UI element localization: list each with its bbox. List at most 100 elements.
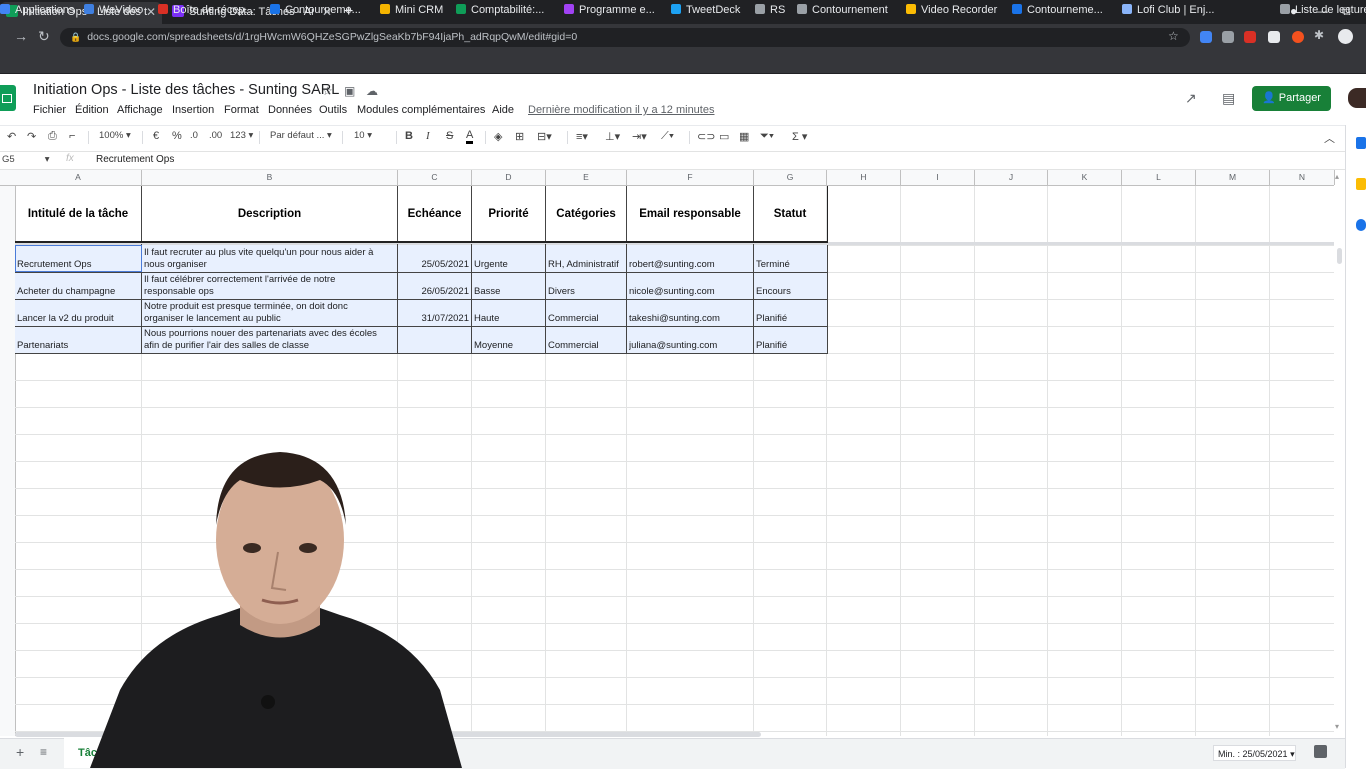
menu-insertion[interactable]: Insertion [172, 104, 214, 116]
document-title[interactable]: Initiation Ops - Liste des tâches - Sunt… [33, 82, 339, 98]
bookmark-applications[interactable]: Applications [0, 4, 74, 16]
currency-format-button[interactable]: € [153, 130, 159, 142]
menu-donnees[interactable]: Données [268, 104, 312, 116]
italic-button[interactable]: I [426, 130, 430, 142]
extension-icon[interactable] [1200, 31, 1212, 43]
bookmark-reading-list[interactable]: Liste de lecture [1280, 4, 1366, 16]
puzzle-extensions-icon[interactable]: ✱ [1314, 28, 1324, 42]
share-button[interactable]: 👤 Partager [1252, 86, 1331, 111]
bookmark-wevideo[interactable]: WeVideo [84, 4, 143, 16]
column-header-d[interactable]: D [472, 170, 546, 185]
undo-icon[interactable]: ↶ [7, 130, 16, 143]
profile-avatar-icon[interactable] [1338, 29, 1353, 44]
reload-icon[interactable]: ↻ [38, 28, 50, 45]
bookmark-lofi-club[interactable]: Lofi Club | Enj... [1122, 4, 1214, 16]
menu-aide[interactable]: Aide [492, 104, 514, 116]
tasks-icon[interactable] [1356, 219, 1366, 231]
activity-trend-icon[interactable]: ↗ [1185, 90, 1197, 107]
column-header-n[interactable]: N [1270, 170, 1335, 185]
menu-outils[interactable]: Outils [319, 104, 347, 116]
vertical-scrollbar-thumb[interactable] [1337, 248, 1342, 264]
menu-affichage[interactable]: Affichage [117, 104, 163, 116]
insert-comment-icon[interactable]: ▭ [719, 130, 729, 143]
menu-edition[interactable]: Édition [75, 104, 109, 116]
horizontal-align-icon[interactable]: ≡▾ [576, 130, 588, 143]
keep-icon[interactable] [1356, 178, 1366, 190]
sheets-logo-icon[interactable] [0, 85, 16, 111]
functions-icon[interactable]: Σ ▾ [792, 130, 807, 143]
bookmark-tweetdeck[interactable]: TweetDeck [671, 4, 740, 16]
bookmark-video-recorder[interactable]: Video Recorder [906, 4, 997, 16]
column-header-l[interactable]: L [1122, 170, 1196, 185]
star-icon[interactable]: ☆ [322, 84, 333, 98]
number-format-select[interactable]: 123 ▾ [230, 130, 253, 141]
formula-input[interactable]: Recrutement Ops [96, 154, 174, 165]
column-header-b[interactable]: B [142, 170, 398, 185]
font-size-select[interactable]: 10 ▾ [354, 130, 372, 141]
address-bar[interactable]: 🔒 docs.google.com/spreadsheets/d/1rgHWcmW… [60, 28, 1190, 47]
column-header-j[interactable]: J [975, 170, 1048, 185]
column-header-i[interactable]: I [901, 170, 975, 185]
print-icon[interactable]: ⎙ [48, 130, 57, 143]
borders-icon[interactable]: ⊞ [515, 130, 524, 143]
move-folder-icon[interactable]: ▣ [344, 84, 355, 98]
bookmark-gmail[interactable]: Boîte de récep... [158, 4, 254, 16]
paint-format-icon[interactable]: ⌐ [69, 130, 75, 142]
zoom-select[interactable]: 100% ▾ [99, 130, 131, 141]
insert-link-icon[interactable]: ⊂⊃ [697, 130, 715, 143]
decrease-decimal-button[interactable]: .0 [190, 130, 198, 141]
extension-icon[interactable] [1292, 31, 1304, 43]
comments-icon[interactable]: ▤ [1222, 90, 1235, 107]
redo-icon[interactable]: ↷ [27, 130, 36, 143]
scroll-down-arrow-icon[interactable]: ▾ [1335, 722, 1339, 731]
column-header-c[interactable]: C [398, 170, 472, 185]
column-header-e[interactable]: E [546, 170, 627, 185]
last-modified-link[interactable]: Dernière modification il y a 12 minutes [528, 104, 714, 116]
scroll-up-arrow-icon[interactable]: ▴ [1335, 172, 1339, 181]
column-header-h[interactable]: H [827, 170, 901, 185]
explore-icon[interactable] [1314, 745, 1327, 758]
bookmark-mini-crm[interactable]: Mini CRM [380, 4, 443, 16]
bookmark-contournement[interactable]: Contourneme... [270, 4, 361, 16]
add-sheet-button[interactable]: + [16, 744, 24, 760]
extension-icon[interactable] [1268, 31, 1280, 43]
fill-color-icon[interactable]: ◈ [494, 130, 502, 143]
text-wrap-icon[interactable]: ⇥▾ [632, 130, 647, 143]
merge-cells-icon[interactable]: ⊟▾ [537, 130, 552, 143]
column-header-a[interactable]: A [15, 170, 142, 185]
menu-fichier[interactable]: Fichier [33, 104, 66, 116]
extension-icon[interactable] [1222, 31, 1234, 43]
bookmark-contournement-2[interactable]: Contourneme... [1012, 4, 1103, 16]
percent-format-button[interactable]: % [172, 130, 182, 142]
calendar-icon[interactable] [1356, 137, 1366, 149]
name-box[interactable]: G5 ▾ [2, 154, 49, 165]
bookmark-star-icon[interactable]: ☆ [1168, 29, 1179, 43]
insert-chart-icon[interactable]: ▦ [739, 130, 749, 143]
column-header-g[interactable]: G [754, 170, 827, 185]
all-sheets-menu-icon[interactable]: ≡ [40, 745, 47, 759]
cell-border [626, 271, 627, 299]
column-header-m[interactable]: M [1196, 170, 1270, 185]
menu-format[interactable]: Format [224, 104, 259, 116]
text-rotation-icon[interactable]: ⟋▾ [661, 130, 674, 143]
vertical-align-icon[interactable]: ⊥▾ [605, 130, 620, 143]
text-color-button[interactable]: A [466, 130, 474, 144]
strikethrough-button[interactable]: S [446, 130, 453, 142]
close-tab-icon[interactable]: ✕ [146, 2, 156, 22]
bookmark-comptabilite[interactable]: Comptabilité:... [456, 4, 544, 16]
bookmark-rs[interactable]: RS [755, 4, 785, 16]
increase-decimal-button[interactable]: .00 [209, 130, 222, 141]
collapse-menus-icon[interactable]: ︿ [1324, 130, 1335, 146]
column-header-f[interactable]: F [627, 170, 754, 185]
extension-icon[interactable] [1244, 31, 1256, 43]
menu-modules[interactable]: Modules complémentaires [357, 104, 485, 116]
bookmark-programme[interactable]: Programme e... [564, 4, 655, 16]
bold-button[interactable]: B [405, 130, 413, 142]
forward-arrow-icon[interactable]: → [14, 28, 28, 44]
selection-stats[interactable]: Min. : 25/05/2021 ▾ [1213, 745, 1296, 761]
font-select[interactable]: Par défaut ... ▾ [270, 130, 332, 141]
bookmark-contournement-folder[interactable]: Contournement [797, 4, 888, 16]
filter-icon[interactable]: ⏷▾ [760, 130, 774, 143]
user-avatar[interactable] [1348, 88, 1366, 108]
column-header-k[interactable]: K [1048, 170, 1122, 185]
